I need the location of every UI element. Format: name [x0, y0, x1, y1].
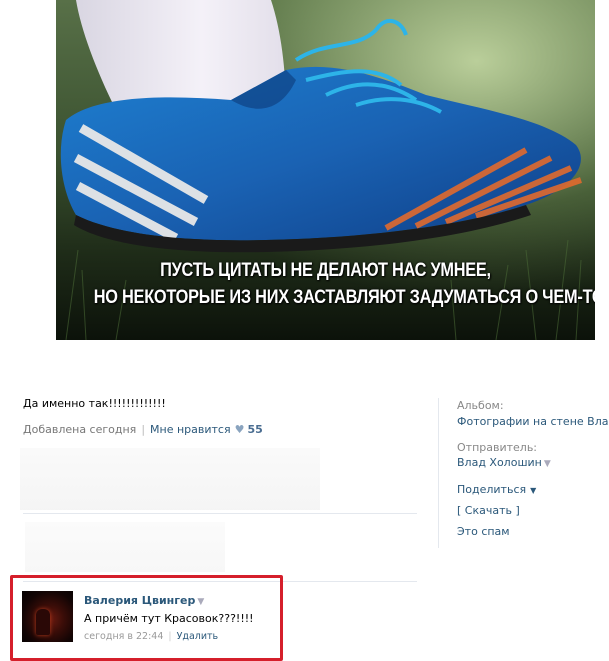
download-button[interactable]: [ Скачать ] — [457, 504, 520, 517]
comment-author-name[interactable]: Валерия Цвингер — [84, 594, 195, 607]
comment-time[interactable]: сегодня в 22:44 — [84, 631, 163, 642]
comment-author[interactable]: Валерия Цвингер ▼ — [84, 594, 204, 607]
like-button[interactable]: Мне нравится — [150, 423, 231, 436]
divider — [23, 513, 417, 514]
added-date: Добавлена сегодня — [23, 423, 137, 436]
column-divider — [438, 398, 439, 548]
comment-meta: сегодня в 22:44 | Удалить — [84, 631, 218, 642]
delete-comment-button[interactable]: Удалить — [177, 631, 219, 642]
dropdown-arrow-icon[interactable]: ▼ — [544, 459, 551, 469]
comment-text: А причём тут Красовок???!!!! — [84, 612, 254, 625]
sender-label: Отправитель: — [457, 441, 538, 454]
photo-caption-line-1: ПУСТЬ ЦИТАТЫ НЕ ДЕЛАЮТ НАС УМНЕЕ, — [160, 260, 491, 281]
photo-caption-line-2: НО НЕКОТОРЫЕ ИЗ НИХ ЗАСТАВЛЯЮТ ЗАДУМАТЬС… — [93, 287, 595, 308]
meta-separator: | — [141, 423, 146, 436]
avatar[interactable] — [22, 591, 73, 642]
blurred-region — [20, 448, 320, 510]
avatar-figure — [36, 609, 50, 635]
sender-link[interactable]: Влад Холошин ▼ — [457, 456, 551, 469]
share-label[interactable]: Поделиться — [457, 483, 526, 496]
album-link[interactable]: Фотографии на стене Влада — [457, 415, 609, 428]
share-button[interactable]: Поделиться ▼ — [457, 483, 536, 496]
album-label: Альбом: — [457, 399, 504, 412]
meta-separator: | — [168, 631, 172, 642]
photo-description: Да именно так!!!!!!!!!!!!! — [23, 397, 166, 410]
spam-button[interactable]: Это спам — [457, 525, 510, 538]
heart-icon[interactable]: ♥ — [235, 423, 245, 436]
like-count[interactable]: 55 — [247, 423, 262, 436]
dropdown-arrow-icon[interactable]: ▼ — [197, 597, 204, 607]
blurred-region — [25, 522, 225, 572]
chevron-down-icon[interactable]: ▼ — [530, 486, 536, 495]
post-meta: Добавлена сегодня | Мне нравится ♥ 55 — [23, 423, 263, 436]
post-photo[interactable]: ПУСТЬ ЦИТАТЫ НЕ ДЕЛАЮТ НАС УМНЕЕ, НО НЕК… — [56, 0, 595, 340]
sender-name[interactable]: Влад Холошин — [457, 456, 542, 469]
